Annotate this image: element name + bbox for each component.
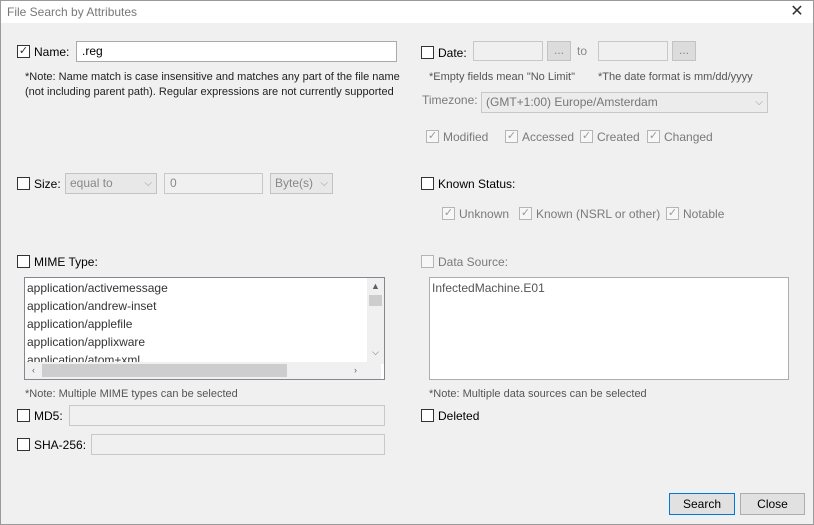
created-checkbox[interactable]: ✓ — [580, 130, 593, 143]
scroll-right-icon[interactable]: › — [347, 362, 364, 379]
close-icon[interactable]: ✕ — [787, 3, 807, 21]
mime-type-label: MIME Type: — [34, 255, 98, 269]
md5-field[interactable] — [69, 405, 385, 426]
date-label: Date: — [438, 46, 467, 60]
scroll-down-icon[interactable]: ⌵ — [367, 344, 384, 361]
deleted-checkbox[interactable] — [421, 409, 434, 422]
close-button[interactable]: Close — [740, 493, 805, 515]
data-source-note: *Note: Multiple data sources can be sele… — [429, 388, 647, 400]
title-bar: File Search by Attributes ✕ — [1, 1, 813, 23]
unknown-label: Unknown — [459, 207, 510, 221]
list-item[interactable]: application/activemessage — [27, 279, 168, 297]
chevron-down-icon: ⌵ — [320, 178, 328, 189]
modified-checkbox[interactable]: ✓ — [426, 130, 439, 143]
data-source-list[interactable]: InfectedMachine.E01 — [429, 277, 789, 380]
name-field[interactable]: .reg — [76, 41, 397, 62]
data-source-label: Data Source: — [438, 255, 509, 269]
date-format-note: *The date format is mm/dd/yyyy — [598, 71, 753, 83]
date-to-label: to — [577, 44, 588, 58]
size-checkbox[interactable] — [17, 177, 30, 190]
created-label: Created — [597, 130, 640, 144]
search-button[interactable]: Search — [669, 493, 735, 515]
scroll-thumb[interactable] — [369, 295, 382, 306]
unknown-checkbox[interactable]: ✓ — [442, 207, 455, 220]
file-search-dialog: File Search by Attributes ✕ ✓ Name: .reg… — [0, 0, 814, 525]
size-label: Size: — [34, 177, 61, 191]
vertical-scrollbar[interactable]: ▲ ⌵ — [367, 278, 384, 364]
size-unit-select[interactable]: Byte(s) ⌵ — [270, 173, 333, 194]
known-nsrl-label: Known (NSRL or other) — [536, 207, 661, 221]
changed-label: Changed — [664, 130, 713, 144]
timezone-label: Timezone: — [422, 93, 478, 107]
list-item[interactable]: InfectedMachine.E01 — [432, 279, 545, 297]
accessed-checkbox[interactable]: ✓ — [505, 130, 518, 143]
window-title: File Search by Attributes — [7, 5, 138, 19]
scroll-left-icon[interactable]: ‹ — [25, 362, 42, 379]
name-checkbox[interactable]: ✓ — [17, 45, 30, 58]
name-note: *Note: Name match is case insensitive an… — [25, 71, 400, 98]
md5-label: MD5: — [34, 409, 63, 423]
modified-label: Modified — [443, 130, 489, 144]
name-label: Name: — [34, 45, 70, 59]
known-status-checkbox[interactable] — [421, 177, 434, 190]
notable-label: Notable — [683, 207, 725, 221]
chevron-down-icon: ⌵ — [144, 178, 152, 189]
date-from-browse-button[interactable]: ... — [547, 41, 571, 61]
date-empty-note: *Empty fields mean "No Limit" — [429, 71, 575, 83]
size-operator-select[interactable]: equal to ⌵ — [65, 173, 157, 194]
data-source-checkbox[interactable] — [421, 255, 434, 268]
date-checkbox[interactable] — [421, 46, 434, 59]
size-unit-value: Byte(s) — [275, 176, 314, 190]
date-to-field[interactable] — [598, 41, 668, 61]
chevron-down-icon: ⌵ — [755, 97, 763, 108]
known-nsrl-checkbox[interactable]: ✓ — [519, 207, 532, 220]
date-from-field[interactable] — [473, 41, 543, 61]
horizontal-scrollbar[interactable]: ‹ › — [25, 362, 381, 379]
mime-type-note: *Note: Multiple MIME types can be select… — [25, 388, 238, 400]
date-to-browse-button[interactable]: ... — [672, 41, 696, 61]
sha256-checkbox[interactable] — [17, 438, 30, 451]
size-operator-value: equal to — [70, 176, 113, 190]
notable-checkbox[interactable]: ✓ — [666, 207, 679, 220]
sha256-label: SHA-256: — [34, 438, 87, 452]
mime-type-checkbox[interactable] — [17, 255, 30, 268]
scroll-up-icon[interactable]: ▲ — [367, 278, 384, 295]
size-value-field[interactable]: 0 — [164, 173, 263, 194]
timezone-value: (GMT+1:00) Europe/Amsterdam — [486, 95, 658, 109]
accessed-label: Accessed — [522, 130, 575, 144]
mime-type-list[interactable]: application/activemessage application/an… — [24, 277, 385, 380]
list-item[interactable]: application/applefile — [27, 315, 132, 333]
md5-checkbox[interactable] — [17, 409, 30, 422]
changed-checkbox[interactable]: ✓ — [647, 130, 660, 143]
list-item[interactable]: application/andrew-inset — [27, 297, 156, 315]
sha256-field[interactable] — [91, 434, 385, 455]
list-item[interactable]: application/applixware — [27, 333, 145, 351]
known-status-label: Known Status: — [438, 177, 516, 191]
scroll-thumb[interactable] — [42, 364, 287, 377]
deleted-label: Deleted — [438, 409, 480, 423]
timezone-select[interactable]: (GMT+1:00) Europe/Amsterdam ⌵ — [481, 92, 768, 113]
